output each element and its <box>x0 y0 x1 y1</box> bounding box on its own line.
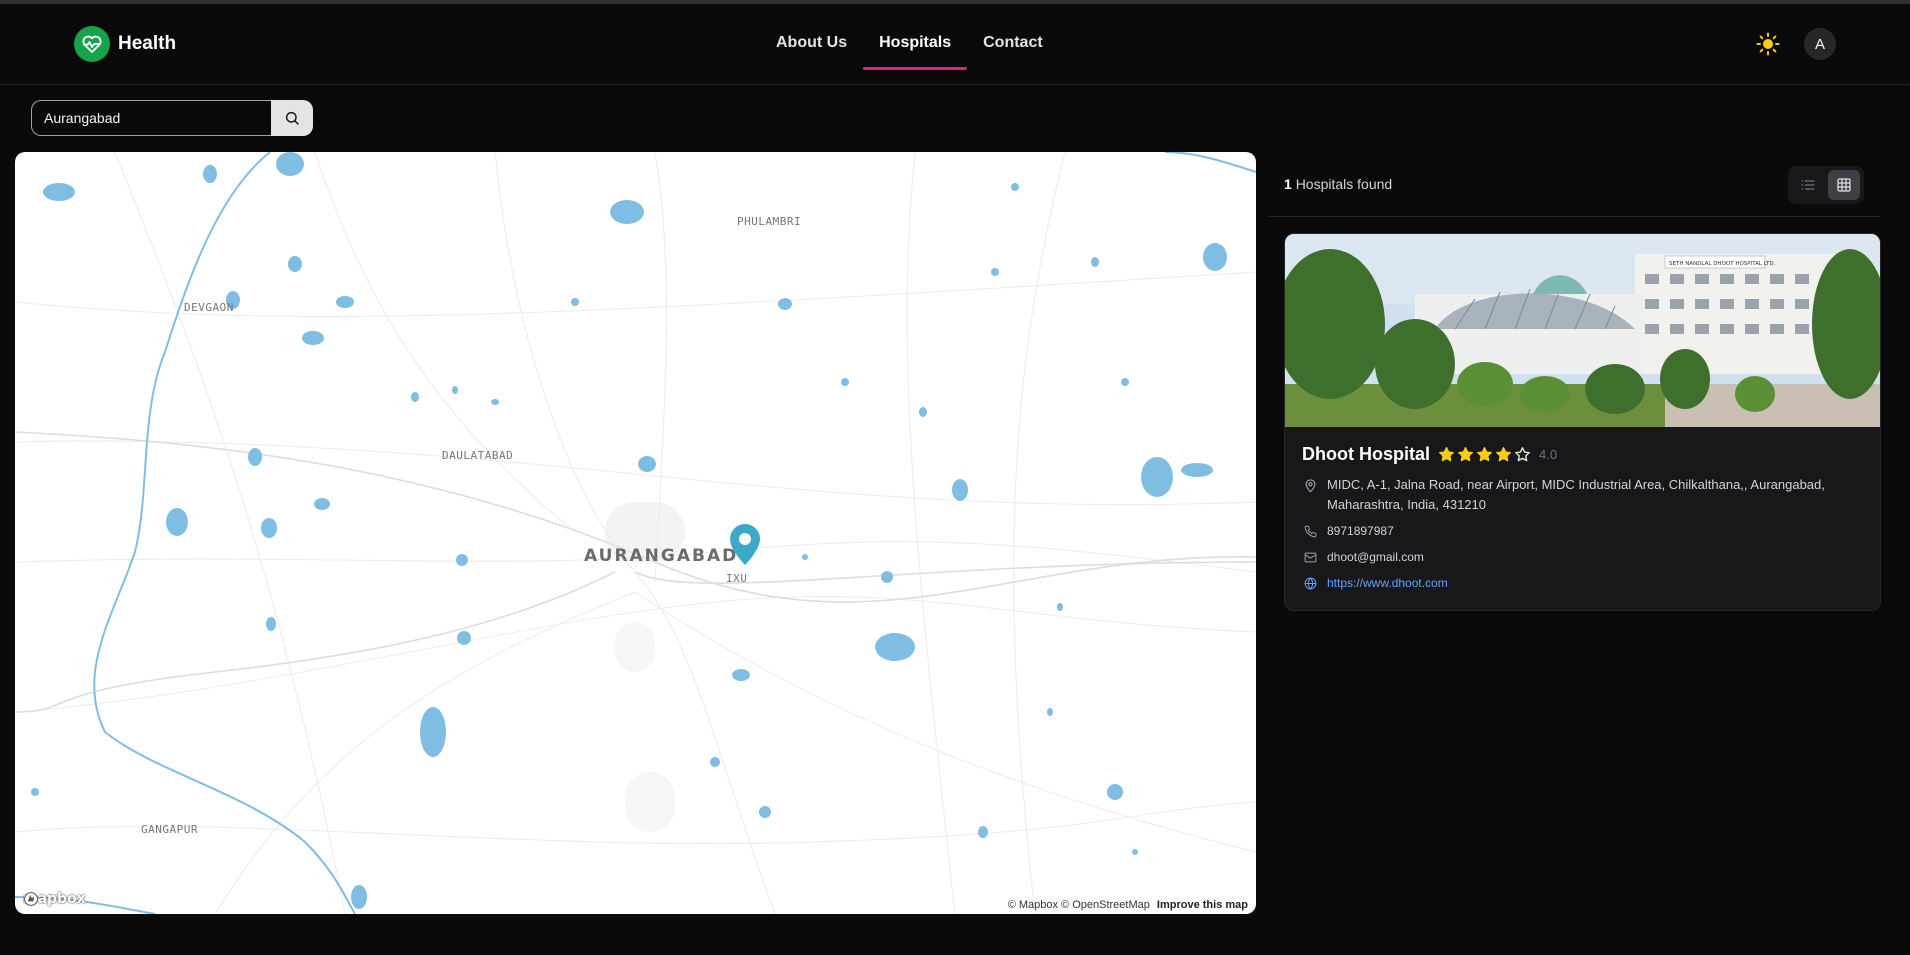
brand-name: Health <box>118 33 177 54</box>
phone-row: 8971897987 <box>1302 521 1864 541</box>
map-canvas[interactable] <box>15 152 1256 914</box>
search-icon <box>285 111 299 125</box>
hospital-email[interactable]: dhoot@gmail.com <box>1327 547 1424 567</box>
mapbox-logo[interactable]: mapbox <box>23 891 86 907</box>
search-input[interactable] <box>31 100 271 136</box>
hospital-name[interactable]: Dhoot Hospital <box>1302 444 1430 465</box>
list-view-button[interactable] <box>1792 170 1824 200</box>
map-label-daulatabad: DAULATABAD <box>442 449 514 462</box>
grid-view-button[interactable] <box>1828 170 1860 200</box>
improve-map-link[interactable]: Improve this map <box>1157 899 1248 911</box>
star-filled-icon <box>1496 447 1511 462</box>
hospital-title-row: Dhoot Hospital 4.0 <box>1302 444 1864 465</box>
map-label-ixu: IXU <box>726 572 748 585</box>
hospital-card[interactable]: SETH NANDLAL DHOOT HOSPITAL LTD. Dhoot H… <box>1284 233 1881 611</box>
grid-view-icon <box>1837 178 1851 192</box>
mail-icon <box>1302 547 1318 567</box>
email-row: dhoot@gmail.com <box>1302 547 1864 567</box>
map-label-devgaon: DEVGAON <box>184 301 234 314</box>
star-rating <box>1438 446 1531 463</box>
brand[interactable]: Health <box>74 26 176 62</box>
view-toggle <box>1788 166 1864 204</box>
website-row: https://www.dhoot.com <box>1302 573 1864 593</box>
mapbox-logo-icon <box>24 892 38 906</box>
globe-icon <box>1302 573 1318 593</box>
navbar: Health About Us Hospitals Contact A <box>0 4 1910 85</box>
address-row: MIDC, A-1, Jalna Road, near Airport, MID… <box>1302 475 1864 515</box>
sun-icon[interactable] <box>1752 28 1784 60</box>
results-count-label: Hospitals found <box>1295 176 1393 192</box>
hospital-website-link[interactable]: https://www.dhoot.com <box>1327 573 1448 593</box>
results-count-number: 1 <box>1284 176 1292 192</box>
map-pin-icon <box>1302 475 1318 495</box>
nav-about-us[interactable]: About Us <box>760 30 863 60</box>
hospital-phone[interactable]: 8971897987 <box>1327 521 1394 541</box>
heart-pulse-icon <box>74 26 110 62</box>
attribution-text[interactable]: © Mapbox © OpenStreetMap <box>1008 899 1150 911</box>
nav-contact[interactable]: Contact <box>967 30 1059 60</box>
phone-icon <box>1302 521 1318 541</box>
main-nav: About Us Hospitals Contact <box>760 30 1059 70</box>
star-filled-icon <box>1439 447 1454 462</box>
nav-hospitals[interactable]: Hospitals <box>863 30 968 70</box>
nav-actions: A <box>1752 28 1836 60</box>
star-empty-icon <box>1515 447 1530 462</box>
hospital-photo: SETH NANDLAL DHOOT HOSPITAL LTD. <box>1285 234 1880 427</box>
hospital-card-body: Dhoot Hospital 4.0 MIDC, A-1, Jalna Road… <box>1302 444 1864 593</box>
list-view-icon <box>1801 180 1815 190</box>
avatar[interactable]: A <box>1804 28 1836 60</box>
map-label-aurangabad: AURANGABAD <box>584 546 739 566</box>
map-label-phulambri: PHULAMBRI <box>737 215 802 228</box>
results-header: 1 Hospitals found <box>1268 162 1880 217</box>
map-view[interactable]: PHULAMBRI DEVGAON DAULATABAD AURANGABAD … <box>15 152 1256 914</box>
hospital-address: MIDC, A-1, Jalna Road, near Airport, MID… <box>1327 477 1825 512</box>
search-bar <box>31 100 313 136</box>
map-attribution: © Mapbox © OpenStreetMap Improve this ma… <box>1003 898 1252 912</box>
search-button[interactable] <box>271 100 313 136</box>
map-label-gangapur: GANGAPUR <box>141 823 198 836</box>
results-count: 1 Hospitals found <box>1284 176 1392 192</box>
hospital-sign-text: SETH NANDLAL DHOOT HOSPITAL LTD. <box>1669 261 1776 267</box>
star-filled-icon <box>1477 447 1492 462</box>
rating-value: 4.0 <box>1539 447 1558 462</box>
star-filled-icon <box>1458 447 1473 462</box>
